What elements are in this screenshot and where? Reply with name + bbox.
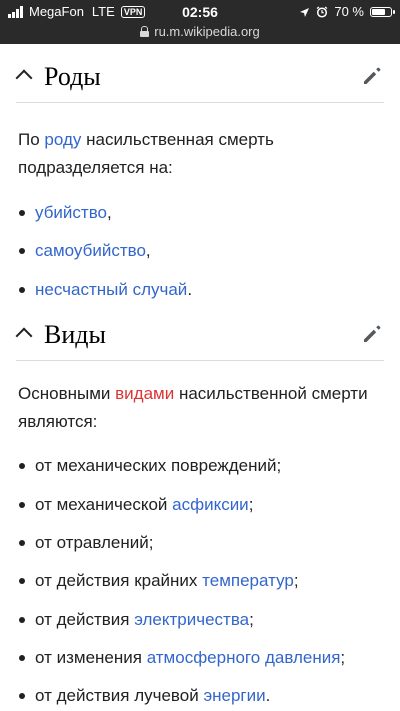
status-bar: MegaFon LTE VPN 02:56 70 % ru.m.wikipedi… [0,0,400,44]
collapse-chevron-icon[interactable] [15,69,33,87]
text-span: , [107,203,112,222]
list-item: убийство, [0,201,400,225]
link-temperatur[interactable]: температур [202,571,294,590]
bullet [19,210,25,216]
intro-paragraph: По роду насильственная смерть подразделя… [18,126,386,182]
list-item: от изменения атмосферного давления; [0,646,400,670]
section-title: Роды [44,62,101,91]
list-item: от механической асфиксии; [0,493,400,517]
text-span: ; [248,495,254,514]
battery-icon [370,7,395,17]
link-vidami[interactable]: видами [115,384,174,403]
lock-icon [140,25,150,37]
link-neschastny-sluchay[interactable]: несчастный случай [35,280,187,299]
text-span: от изменения [35,648,147,667]
text-span: Основными [18,384,116,403]
text-span: от действия лучевой [35,686,204,705]
bullet [19,287,25,293]
text-span: от механической [35,495,173,514]
text-span: . [265,686,271,705]
text-span: . [187,280,193,299]
link-asfiksii[interactable]: асфиксии [172,495,249,514]
bullet [19,463,25,469]
link-atmosfernogo-davleniya[interactable]: атмосферного давления [147,648,341,667]
text-span: от отравлений; [35,533,154,552]
status-right: 70 % [299,3,395,21]
list-item: от действия крайних температур; [0,569,400,593]
link-ubiystvo[interactable]: убийство [35,203,107,222]
alarm-icon [316,6,328,18]
list-item: от отравлений; [0,531,400,555]
bullet [19,693,25,699]
list-item: от механических повреждений; [0,454,400,478]
section-header-rody[interactable]: Роды [15,54,384,103]
address-bar[interactable]: ru.m.wikipedia.org [0,22,400,40]
text-span: , [145,241,151,260]
edit-pencil-icon[interactable] [362,324,382,344]
link-rod[interactable]: роду [44,130,81,149]
list-item: от действия лучевой энергии. [0,684,400,708]
text-span: ; [249,610,254,629]
link-energii[interactable]: энергии [203,686,265,705]
text-span: По [18,130,45,149]
section-title: Виды [44,320,106,349]
link-samoubiystvo[interactable]: самоубийство [35,241,146,260]
bullet [19,248,25,254]
bullet [19,540,25,546]
intro-paragraph: Основными видами насильственной смерти я… [18,380,386,436]
section-header-vidy[interactable]: Виды [15,312,384,361]
list-item: от действия электричества; [0,608,400,632]
list-item: несчастный случай. [0,278,400,302]
text-span: от механических повреждений; [35,456,282,475]
bullet [19,578,25,584]
link-elektrichestva[interactable]: электричества [134,610,249,629]
battery-percent: 70 % [334,4,364,19]
bullet [19,502,25,508]
text-span: от действия [35,610,135,629]
edit-pencil-icon[interactable] [362,66,382,86]
location-icon [300,7,310,17]
collapse-chevron-icon[interactable] [15,327,33,345]
text-span: ; [340,648,346,667]
bullet [19,655,25,661]
text-span: ; [293,571,299,590]
bullet [19,617,25,623]
list-item: самоубийство, [0,239,400,263]
url-text: ru.m.wikipedia.org [154,23,260,39]
text-span: от действия крайних [35,571,203,590]
